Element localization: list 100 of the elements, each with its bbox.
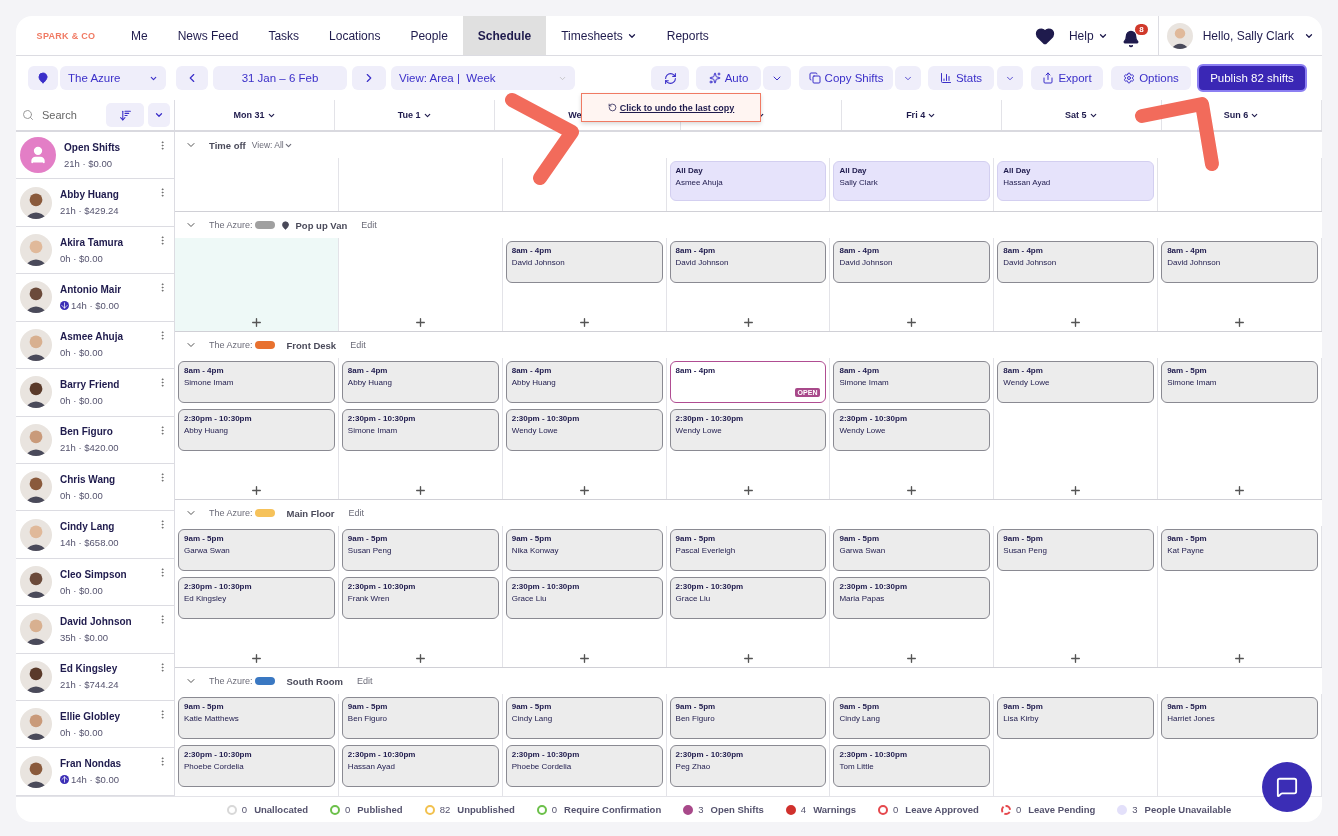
location-dropdown[interactable]: The Azure (60, 66, 166, 90)
add-button[interactable] (1233, 652, 1247, 665)
add-button[interactable] (577, 652, 591, 665)
person-row[interactable]: Ellie Globley 0h · $0.00 (16, 701, 174, 749)
add-button[interactable] (905, 316, 919, 329)
shift-card[interactable]: 9am - 5pm Nika Konway (505, 529, 663, 571)
add-button[interactable] (577, 484, 591, 497)
options-button[interactable]: Options (1111, 66, 1191, 90)
add-button[interactable] (1069, 484, 1083, 497)
sort-button[interactable] (106, 103, 144, 127)
add-button[interactable] (905, 652, 919, 665)
shift-card[interactable]: 2:30pm - 10:30pm Simone Imam (341, 409, 499, 451)
shift-card[interactable]: 9am - 5pm Katie Matthews (178, 697, 335, 739)
view-dropdown[interactable]: View: Area | Week (391, 66, 575, 90)
add-button[interactable] (741, 484, 755, 497)
shift-card[interactable]: 2:30pm - 10:30pm Abby Huang (178, 409, 335, 451)
person-row[interactable]: Open Shifts 21h · $0.00 (16, 132, 174, 180)
add-button[interactable] (413, 484, 427, 497)
shift-card[interactable]: 2:30pm - 10:30pm Wendy Lowe (669, 409, 827, 451)
person-row[interactable]: Chris Wang 0h · $0.00 (16, 463, 174, 512)
shift-card[interactable]: 9am - 5pm Lisa Kirby (997, 697, 1155, 739)
location-button[interactable] (28, 66, 58, 90)
undo-link[interactable]: Click to undo the last copy (619, 102, 735, 113)
shift-card[interactable]: 9am - 5pm Ben Figuro (669, 697, 827, 739)
shift-card[interactable]: 2:30pm - 10:30pm Phoebe Cordelia (178, 745, 335, 787)
shift-card[interactable]: 9am - 5pm Simone Imam (1161, 361, 1318, 403)
nav-tab[interactable]: Tasks (253, 16, 315, 55)
shift-card[interactable]: 8am - 4pm David Johnson (505, 241, 663, 283)
edit-link[interactable]: Edit (361, 220, 377, 230)
add-button[interactable] (1069, 316, 1083, 329)
add-button[interactable] (741, 652, 755, 665)
shift-card[interactable]: 8am - 4pm Simone Imam (833, 361, 991, 403)
person-row[interactable]: Barry Friend 0h · $0.00 (16, 369, 174, 417)
view-filter[interactable]: View: All (251, 140, 293, 150)
shift-card[interactable]: 8am - 4pm Abby Huang (341, 361, 499, 403)
user-menu[interactable]: Hello, Sally Clark (1157, 16, 1322, 55)
person-row[interactable]: David Johnson 35h · $0.00 (16, 606, 174, 654)
help-menu[interactable]: Help (1068, 28, 1108, 43)
person-row[interactable]: Ben Figuro 21h · $420.00 (16, 416, 174, 464)
person-row[interactable]: Ed Kingsley 21h · $744.24 (16, 653, 174, 702)
shift-card[interactable]: 9am - 5pm Pascal Everleigh (669, 529, 827, 571)
shift-card[interactable]: 9am - 5pm Cindy Lang (505, 697, 663, 739)
shift-card[interactable]: 9am - 5pm Susan Peng (341, 529, 499, 571)
auto-button[interactable]: Auto (696, 66, 761, 90)
person-row[interactable]: Fran Nondas 14h · $0.00 (16, 748, 174, 796)
shift-card[interactable]: 2:30pm - 10:30pm Peg Zhao (669, 745, 827, 787)
person-row[interactable]: Cindy Lang 14h · $658.00 (16, 511, 174, 559)
time-off-card[interactable]: All Day Sally Clark (833, 161, 991, 201)
shift-card[interactable]: 8am - 4pm Simone Imam (178, 361, 335, 403)
time-off-card[interactable]: All Day Hassan Ayad (997, 161, 1155, 201)
person-row[interactable]: Antonio Mair 14h · $0.00 (16, 274, 174, 322)
nav-tab[interactable]: Locations (314, 16, 396, 55)
shift-card[interactable]: 2:30pm - 10:30pm Grace Liu (505, 577, 663, 619)
highlighted-cell[interactable] (175, 238, 339, 331)
person-row[interactable]: Cleo Simpson 0h · $0.00 (16, 558, 174, 607)
add-button[interactable] (1069, 652, 1083, 665)
shift-card[interactable]: 9am - 5pm Harriet Jones (1161, 697, 1318, 739)
shift-card[interactable]: 2:30pm - 10:30pm Ed Kingsley (178, 577, 335, 619)
shift-card[interactable]: 8am - 4pm David Johnson (997, 241, 1155, 283)
shift-card[interactable]: 8am - 4pm Abby Huang (505, 361, 663, 403)
shift-card[interactable]: 2:30pm - 10:30pm Tom Little (833, 745, 991, 787)
add-button[interactable] (413, 316, 427, 329)
shift-card[interactable]: 9am - 5pm Cindy Lang (833, 697, 991, 739)
edit-link[interactable]: Edit (350, 340, 366, 350)
sort-menu-button[interactable] (148, 103, 170, 127)
add-button[interactable] (413, 652, 427, 665)
shift-card[interactable]: 2:30pm - 10:30pm Maria Papas (833, 577, 991, 619)
shift-card[interactable]: 2:30pm - 10:30pm Frank Wren (341, 577, 499, 619)
add-button[interactable] (1233, 316, 1247, 329)
shift-card[interactable]: 9am - 5pm Ben Figuro (341, 697, 499, 739)
add-button[interactable] (249, 652, 263, 665)
person-row[interactable]: Abby Huang 21h · $429.24 (16, 179, 174, 227)
shift-card[interactable]: 9am - 5pm Kat Payne (1161, 529, 1318, 571)
shift-card[interactable]: 9am - 5pm Garwa Swan (178, 529, 335, 571)
time-off-card[interactable]: All Day Asmee Ahuja (669, 161, 827, 201)
edit-link[interactable]: Edit (357, 676, 373, 686)
shift-card[interactable]: 2:30pm - 10:30pm Wendy Lowe (833, 409, 991, 451)
add-button[interactable] (577, 316, 591, 329)
date-range[interactable]: 31 Jan – 6 Feb (213, 66, 347, 90)
shift-card[interactable]: 2:30pm - 10:30pm Phoebe Cordelia (505, 745, 663, 787)
add-button[interactable] (249, 316, 263, 329)
publish-button[interactable]: Publish 82 shifts (1197, 64, 1307, 92)
day-header[interactable]: Fri 4 (841, 100, 1002, 130)
nav-tab[interactable]: Reports (651, 16, 724, 55)
add-button[interactable] (741, 316, 755, 329)
shift-card[interactable]: 9am - 5pm Garwa Swan (833, 529, 991, 571)
refresh-button[interactable] (651, 66, 689, 90)
day-header[interactable]: Sun 6 (1161, 100, 1322, 130)
add-button[interactable] (905, 484, 919, 497)
person-row[interactable]: Asmee Ahuja 0h · $0.00 (16, 321, 174, 370)
nav-tab[interactable]: Schedule (462, 16, 547, 55)
day-header[interactable]: Mon 31 (175, 100, 336, 130)
add-button[interactable] (1233, 484, 1247, 497)
person-row[interactable]: Akira Tamura 0h · $0.00 (16, 226, 174, 275)
shift-card[interactable]: 2:30pm - 10:30pm Wendy Lowe (505, 409, 663, 451)
edit-link[interactable]: Edit (348, 508, 365, 518)
shift-card[interactable]: 8am - 4pm Wendy Lowe (997, 361, 1155, 403)
add-button[interactable] (249, 484, 263, 497)
nav-tab[interactable]: News Feed (162, 16, 254, 55)
export-button[interactable]: Export (1031, 66, 1103, 90)
